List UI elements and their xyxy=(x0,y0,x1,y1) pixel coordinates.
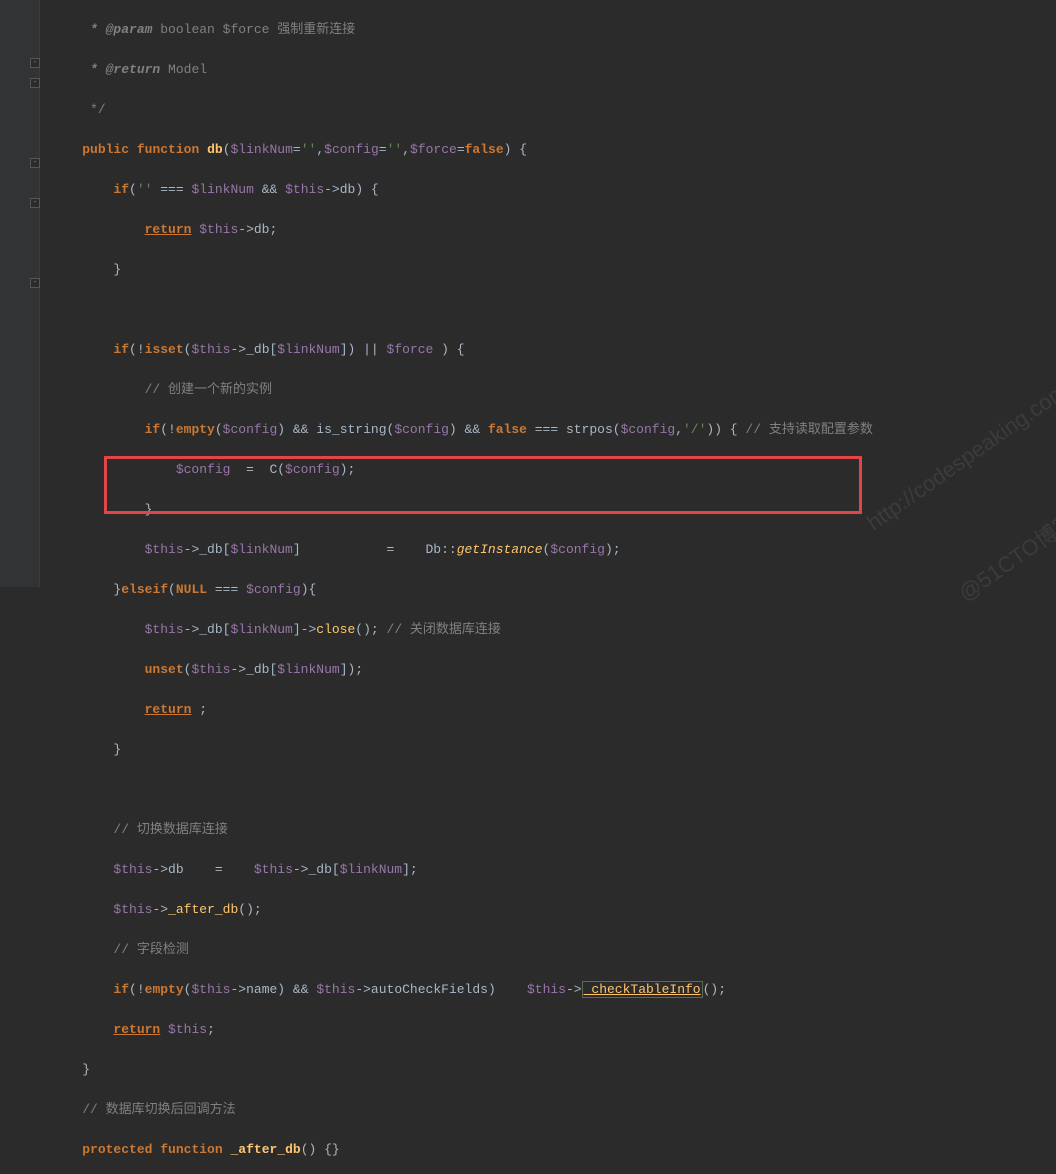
code-line: // 数据库切换后回调方法 xyxy=(51,1100,1056,1120)
code-line: $this->db = $this->_db[$linkNum]; xyxy=(51,860,1056,880)
code-line xyxy=(51,300,1056,320)
editor-gutter: - - - - - xyxy=(0,0,40,587)
code-line: // 字段检测 xyxy=(51,940,1056,960)
code-line: $this->_db[$linkNum] = Db::getInstance($… xyxy=(51,540,1056,560)
code-line: $this->_db[$linkNum]->close(); // 关闭数据库连… xyxy=(51,620,1056,640)
code-line: * @return Model xyxy=(51,60,1056,80)
code-line: protected function _after_db() {} xyxy=(51,1140,1056,1160)
code-line: // 创建一个新的实例 xyxy=(51,380,1056,400)
code-line: return $this; xyxy=(51,1020,1056,1040)
fold-marker-icon[interactable]: - xyxy=(30,78,40,88)
code-editor-content[interactable]: * @param boolean $force 强制重新连接 * @return… xyxy=(45,0,1056,1174)
fold-marker-icon[interactable]: - xyxy=(30,158,40,168)
code-line xyxy=(51,780,1056,800)
code-line: return ; xyxy=(51,700,1056,720)
code-line: if(!empty($config) && is_string($config)… xyxy=(51,420,1056,440)
code-line: * @param boolean $force 强制重新连接 xyxy=(51,20,1056,40)
fold-marker-icon[interactable]: - xyxy=(30,278,40,288)
code-line: */ xyxy=(51,100,1056,120)
code-line: if(!empty($this->name) && $this->autoChe… xyxy=(51,980,1056,1000)
fold-marker-icon[interactable]: - xyxy=(30,198,40,208)
code-line: if(!isset($this->_db[$linkNum]) || $forc… xyxy=(51,340,1056,360)
code-line: } xyxy=(51,500,1056,520)
code-line: $config = C($config); xyxy=(51,460,1056,480)
code-line: } xyxy=(51,740,1056,760)
fold-marker-icon[interactable]: - xyxy=(30,58,40,68)
code-line: return $this->db; xyxy=(51,220,1056,240)
code-line: public function db($linkNum='',$config='… xyxy=(51,140,1056,160)
code-line: unset($this->_db[$linkNum]); xyxy=(51,660,1056,680)
code-line: // 切换数据库连接 xyxy=(51,820,1056,840)
code-line: } xyxy=(51,1060,1056,1080)
code-line: }elseif(NULL === $config){ xyxy=(51,580,1056,600)
code-line: } xyxy=(51,260,1056,280)
code-line: if('' === $linkNum && $this->db) { xyxy=(51,180,1056,200)
code-line: $this->_after_db(); xyxy=(51,900,1056,920)
highlighted-method: _checkTableInfo xyxy=(582,981,703,998)
